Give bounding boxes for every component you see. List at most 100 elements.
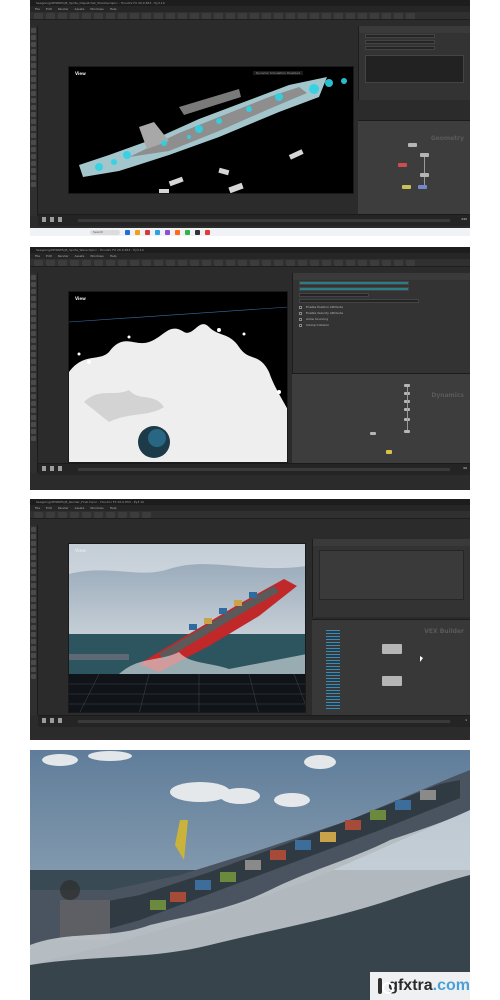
shelf-tool[interactable] — [166, 13, 175, 19]
shelf-tool[interactable] — [142, 512, 151, 518]
browser-icon[interactable] — [155, 229, 160, 235]
explorer-icon[interactable] — [135, 229, 140, 235]
network-view[interactable]: Dynamics — [292, 373, 470, 471]
param-field[interactable] — [365, 46, 435, 50]
start-icon[interactable] — [125, 229, 130, 235]
menu-file[interactable]: File — [35, 6, 40, 12]
shelf-tool[interactable] — [334, 13, 343, 19]
shelf-tool[interactable] — [142, 13, 151, 19]
flipbook-icon[interactable] — [31, 422, 36, 427]
move-tool-icon[interactable] — [31, 35, 36, 40]
app-icon[interactable] — [145, 229, 150, 235]
shelf-tool[interactable] — [322, 260, 331, 266]
network-node[interactable] — [404, 430, 410, 433]
menu-help[interactable]: Help — [110, 253, 117, 259]
shelf-tool[interactable] — [202, 260, 211, 266]
hud-icon[interactable] — [31, 653, 36, 658]
shelf-tool[interactable] — [106, 13, 115, 19]
snap-icon[interactable] — [31, 77, 36, 82]
shelf-tool[interactable] — [82, 13, 91, 19]
shelf-tool[interactable] — [34, 260, 43, 266]
network-view[interactable]: Geometry — [358, 120, 470, 216]
checkbox[interactable] — [299, 323, 302, 327]
attribute-list[interactable] — [326, 630, 340, 710]
param-field[interactable] — [365, 40, 435, 44]
persp-icon[interactable] — [31, 660, 36, 665]
shelf-tool[interactable] — [322, 13, 331, 19]
play-back-icon[interactable] — [42, 466, 46, 471]
points-icon[interactable] — [31, 133, 36, 138]
hud-icon[interactable] — [31, 401, 36, 406]
ortho-icon[interactable] — [31, 415, 36, 420]
timeline-track[interactable] — [78, 468, 450, 471]
points-icon[interactable] — [31, 380, 36, 385]
light-icon[interactable] — [31, 98, 36, 103]
pose-tool-icon[interactable] — [31, 562, 36, 567]
shelf-tool[interactable] — [346, 13, 355, 19]
grid-icon[interactable] — [31, 604, 36, 609]
persp-icon[interactable] — [31, 161, 36, 166]
shelf-tool[interactable] — [274, 260, 283, 266]
app-icon[interactable] — [185, 229, 190, 235]
shelf-tool[interactable] — [238, 13, 247, 19]
shelf-tool[interactable] — [58, 13, 67, 19]
view-tool-icon[interactable] — [31, 569, 36, 574]
menu-file[interactable]: File — [35, 253, 40, 259]
shelf-tool[interactable] — [82, 512, 91, 518]
scene-viewport[interactable]: View Dynamic Simulation Disabled — [68, 66, 354, 194]
shelf-tool[interactable] — [70, 260, 79, 266]
menu-assets[interactable]: Assets — [75, 505, 85, 511]
shelf-tool[interactable] — [298, 260, 307, 266]
menu-file[interactable]: File — [35, 505, 40, 511]
ghost-icon[interactable] — [31, 359, 36, 364]
shelf-tool[interactable] — [142, 260, 151, 266]
select-tool-icon[interactable] — [31, 275, 36, 280]
menu-help[interactable]: Help — [110, 6, 117, 12]
bg-icon[interactable] — [31, 147, 36, 152]
shelf-tool[interactable] — [214, 260, 223, 266]
ortho-icon[interactable] — [31, 168, 36, 173]
shelf-tool[interactable] — [118, 13, 127, 19]
timeline-bar[interactable]: 240 — [38, 214, 470, 226]
shelf-tool[interactable] — [226, 13, 235, 19]
network-node[interactable] — [408, 143, 417, 147]
flipbook-icon[interactable] — [31, 175, 36, 180]
handle-tool-icon[interactable] — [31, 555, 36, 560]
normals-icon[interactable] — [31, 140, 36, 145]
render-icon[interactable] — [31, 429, 36, 434]
render-icon[interactable] — [31, 182, 36, 187]
timeline-track[interactable] — [78, 219, 450, 222]
shelf-tool[interactable] — [46, 512, 55, 518]
taskbar-search[interactable]: Search — [90, 229, 120, 235]
checkbox[interactable] — [299, 305, 302, 309]
shelf-tool[interactable] — [310, 260, 319, 266]
select-tool-icon[interactable] — [31, 28, 36, 33]
shelf-tool[interactable] — [190, 13, 199, 19]
menu-edit[interactable]: Edit — [46, 505, 52, 511]
pose-tool-icon[interactable] — [31, 63, 36, 68]
shelf-tool[interactable] — [46, 260, 55, 266]
shade-icon[interactable] — [31, 625, 36, 630]
menu-windows[interactable]: Windows — [90, 253, 103, 259]
shelf-tool[interactable] — [70, 512, 79, 518]
shelf-tool[interactable] — [286, 260, 295, 266]
rotate-tool-icon[interactable] — [31, 42, 36, 47]
stop-icon[interactable] — [58, 466, 62, 471]
menu-render[interactable]: Render — [58, 505, 69, 511]
shelf-tool[interactable] — [370, 260, 379, 266]
timeline-track[interactable] — [78, 720, 450, 723]
display-icon[interactable] — [31, 583, 36, 588]
shelf-tool[interactable] — [310, 13, 319, 19]
shelf-tool[interactable] — [58, 512, 67, 518]
shelf-tool[interactable] — [178, 260, 187, 266]
scale-tool-icon[interactable] — [31, 296, 36, 301]
wireframe-icon[interactable] — [31, 366, 36, 371]
grid-icon[interactable] — [31, 352, 36, 357]
normals-icon[interactable] — [31, 639, 36, 644]
menu-edit[interactable]: Edit — [46, 253, 52, 259]
camera-icon[interactable] — [31, 338, 36, 343]
render-icon[interactable] — [31, 436, 36, 441]
light-icon[interactable] — [31, 345, 36, 350]
network-node[interactable] — [382, 676, 402, 686]
shade-icon[interactable] — [31, 373, 36, 378]
